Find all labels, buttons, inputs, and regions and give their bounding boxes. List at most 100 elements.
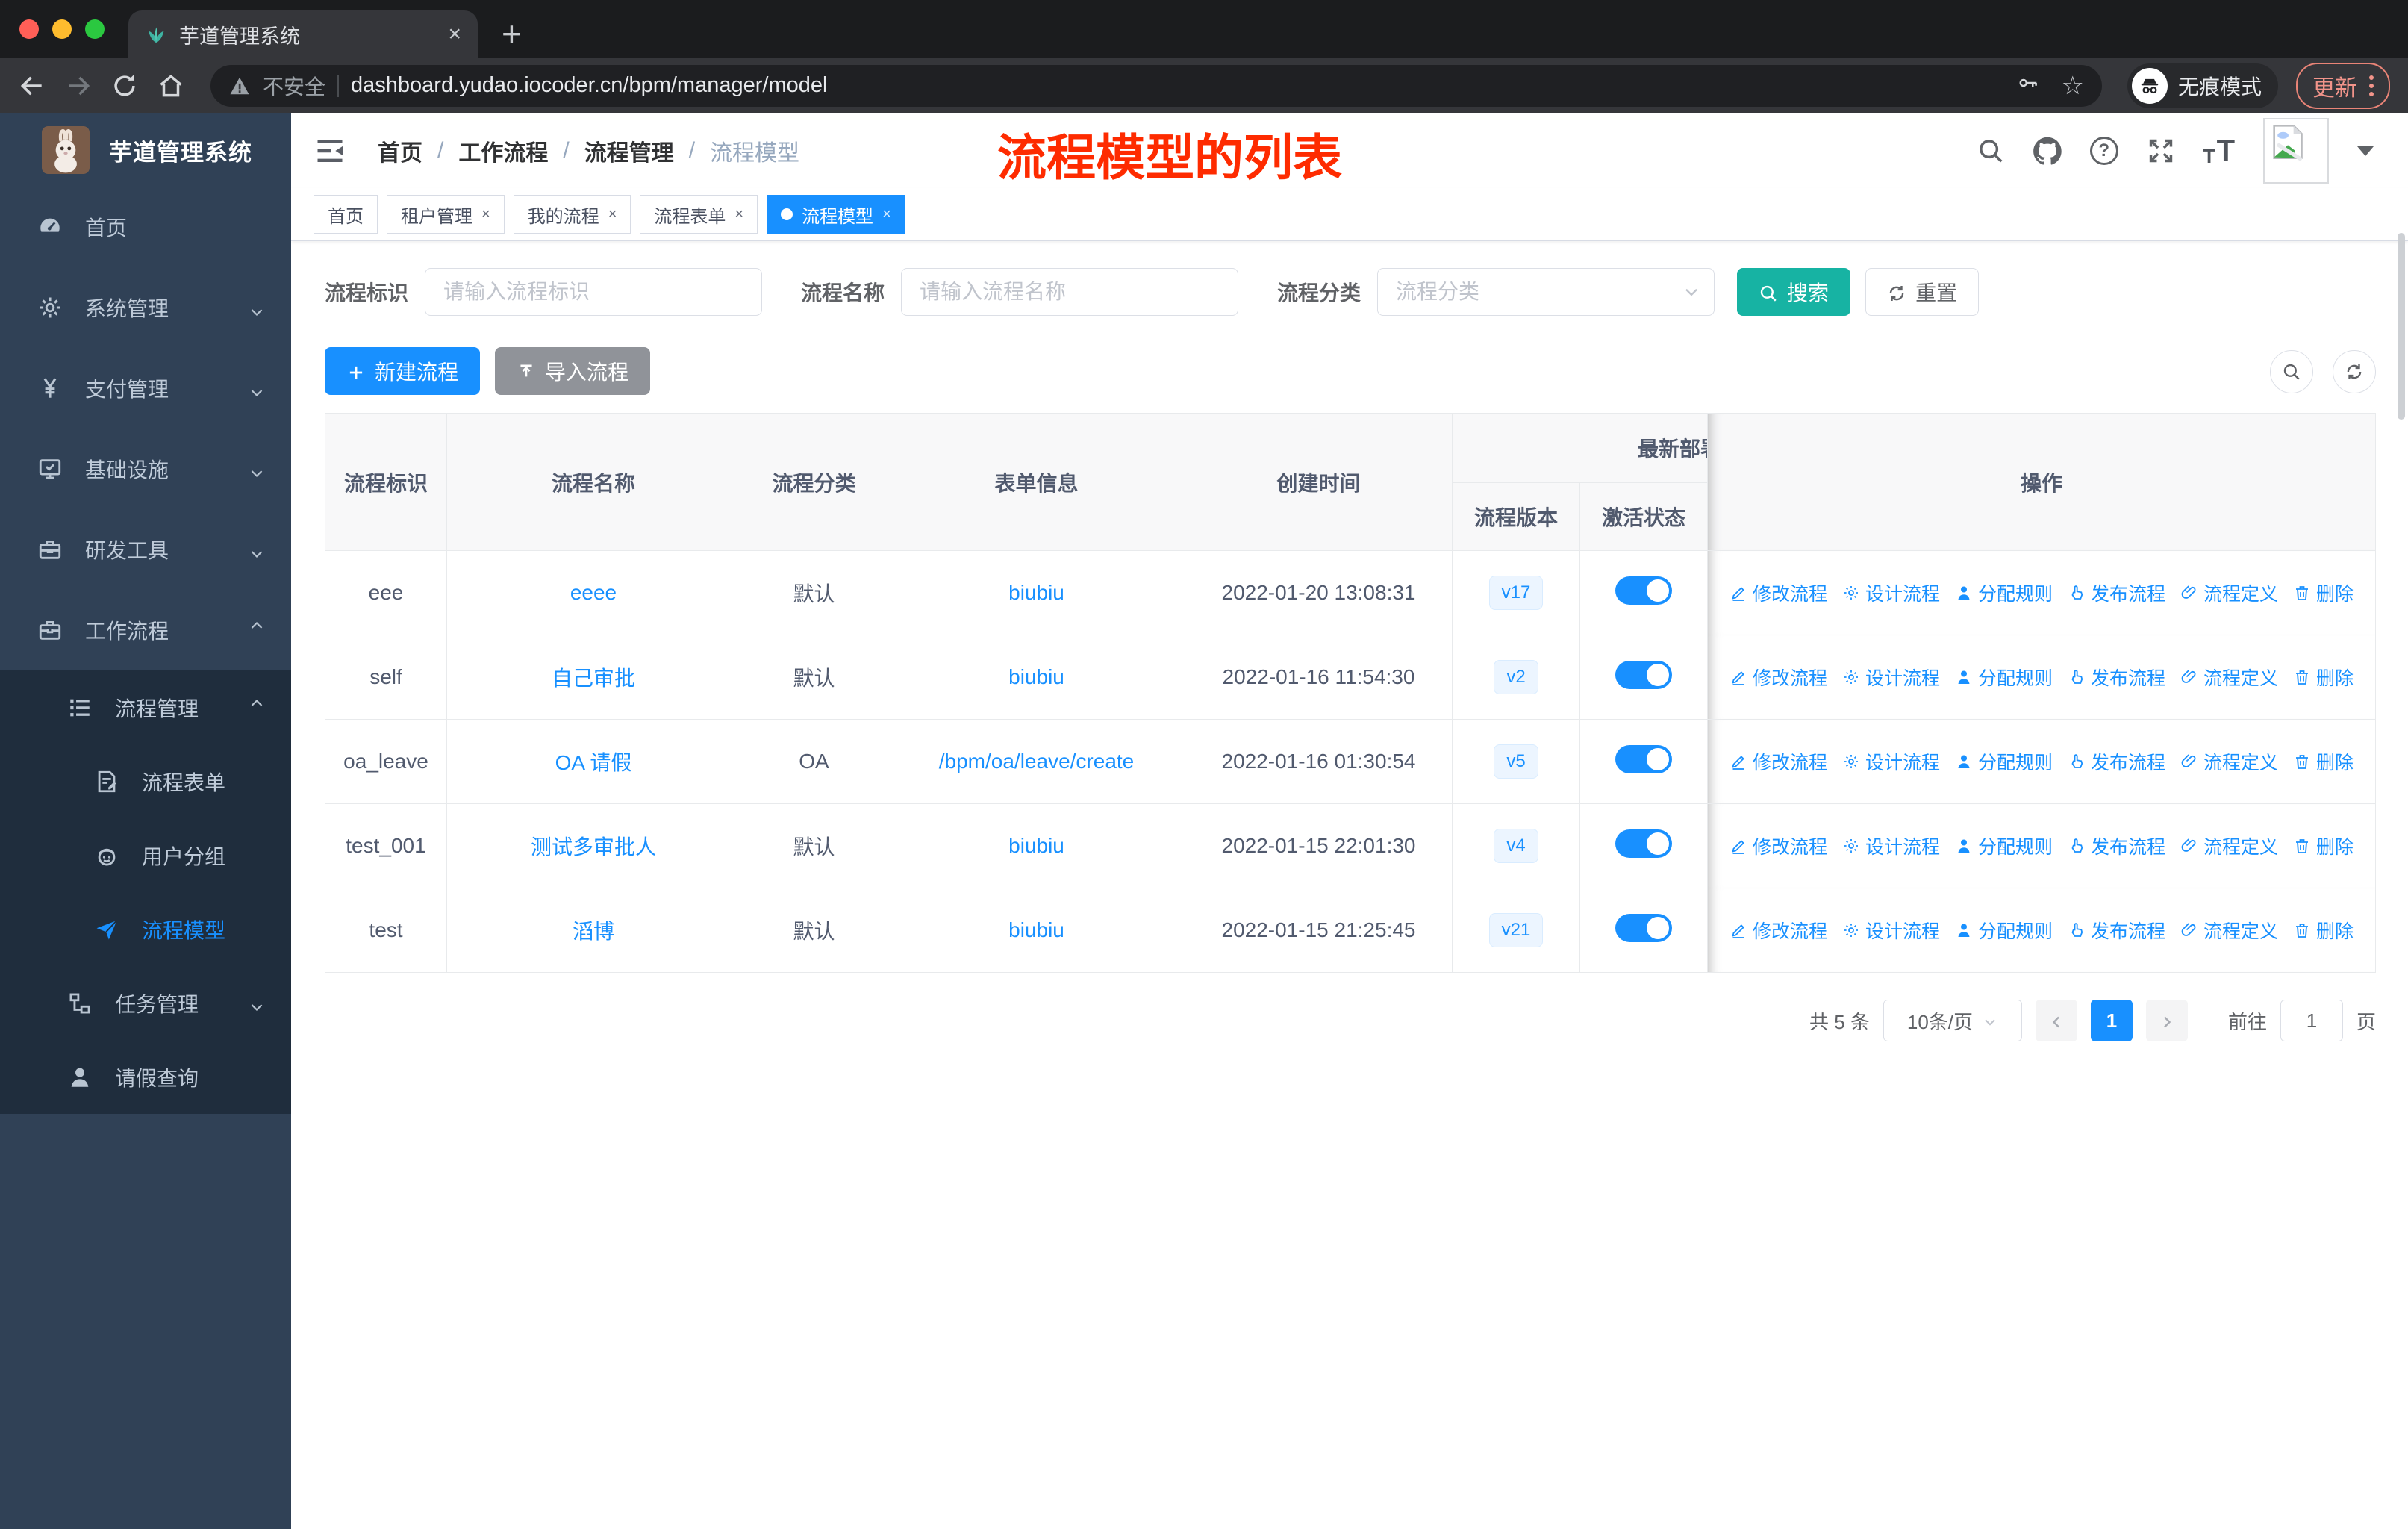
form-info-link[interactable]: biubiu	[1008, 665, 1064, 688]
create-process-button[interactable]: 新建流程	[325, 347, 481, 395]
model-name-link[interactable]: 自己审批	[552, 667, 635, 690]
row-action-edit[interactable]: 修改流程	[1729, 748, 1827, 775]
tab-3[interactable]: 流程表单 ×	[640, 195, 758, 234]
row-action-design[interactable]: 设计流程	[1842, 917, 1940, 944]
sidebar-item-4[interactable]: 研发工具	[0, 509, 291, 590]
row-action-assign[interactable]: 分配规则	[1955, 664, 2053, 691]
row-action-design[interactable]: 设计流程	[1842, 832, 1940, 859]
breadcrumb-item[interactable]: 工作流程	[458, 134, 548, 167]
address-bar[interactable]: 不安全 dashboard.yudao.iocoder.cn/bpm/manag…	[210, 64, 2102, 107]
table-refresh-button[interactable]	[2333, 350, 2376, 393]
row-action-definition[interactable]: 流程定义	[2180, 832, 2278, 859]
url-text[interactable]: dashboard.yudao.iocoder.cn/bpm/manager/m…	[351, 73, 2004, 98]
row-action-delete[interactable]: 删除	[2293, 748, 2354, 775]
tab-1[interactable]: 租户管理 ×	[387, 195, 505, 234]
process-key-input[interactable]	[425, 268, 763, 316]
sidebar-item-6[interactable]: 流程管理	[0, 670, 291, 744]
tab-2[interactable]: 我的流程 ×	[513, 195, 631, 234]
reload-icon[interactable]	[110, 72, 139, 100]
sidebar-item-9[interactable]: 流程模型	[0, 892, 291, 966]
table-search-toggle-button[interactable]	[2270, 350, 2313, 393]
row-action-definition[interactable]: 流程定义	[2180, 579, 2278, 606]
browser-menu-icon[interactable]	[2369, 75, 2374, 96]
page-size-select[interactable]: 10条/页	[1883, 1000, 2022, 1041]
tab-close-icon[interactable]: ×	[481, 206, 490, 223]
sidebar-item-3[interactable]: 基础设施	[0, 429, 291, 509]
scrollbar-thumb[interactable]	[2398, 233, 2405, 420]
row-action-publish[interactable]: 发布流程	[2068, 579, 2165, 606]
goto-page-input[interactable]	[2280, 1000, 2343, 1041]
avatar-caret-icon[interactable]	[2357, 146, 2374, 156]
row-action-delete[interactable]: 删除	[2293, 832, 2354, 859]
current-page[interactable]: 1	[2090, 1000, 2133, 1041]
tab-close-icon[interactable]: ×	[448, 23, 461, 46]
active-toggle[interactable]	[1615, 829, 1672, 858]
tab-close-icon[interactable]: ×	[734, 206, 743, 223]
next-page-button[interactable]	[2145, 1000, 2188, 1041]
font-size-icon[interactable]: TT	[2203, 136, 2235, 166]
row-action-edit[interactable]: 修改流程	[1729, 664, 1827, 691]
row-action-definition[interactable]: 流程定义	[2180, 917, 2278, 944]
password-key-icon[interactable]	[2017, 72, 2045, 100]
process-category-select[interactable]	[1377, 268, 1715, 316]
user-avatar[interactable]	[2263, 118, 2329, 184]
reset-button[interactable]: 重置	[1865, 268, 1980, 316]
fullscreen-icon[interactable]	[2147, 137, 2175, 165]
active-toggle[interactable]	[1615, 913, 1672, 942]
category-select-input[interactable]	[1377, 268, 1715, 316]
tab-0[interactable]: 首页	[314, 195, 378, 234]
close-window-button[interactable]	[19, 19, 39, 39]
breadcrumb-item[interactable]: 流程管理	[584, 134, 674, 167]
model-name-link[interactable]: OA 请假	[555, 751, 632, 774]
zoom-window-button[interactable]	[85, 19, 105, 39]
sidebar-item-5[interactable]: 工作流程	[0, 590, 291, 670]
tab-close-icon[interactable]: ×	[882, 206, 891, 223]
model-name-link[interactable]: 滔博	[573, 920, 614, 943]
row-action-assign[interactable]: 分配规则	[1955, 748, 2053, 775]
row-action-publish[interactable]: 发布流程	[2068, 917, 2165, 944]
form-info-link[interactable]: biubiu	[1008, 918, 1064, 941]
sidebar-item-8[interactable]: 用户分组	[0, 818, 291, 892]
browser-update-button[interactable]: 更新	[2296, 62, 2390, 109]
sidebar-fold-icon[interactable]	[314, 134, 346, 167]
browser-tab[interactable]: 芋道管理系统 ×	[128, 10, 478, 58]
bookmark-star-icon[interactable]: ☆	[2062, 73, 2084, 99]
active-toggle[interactable]	[1615, 576, 1672, 605]
process-name-input[interactable]	[901, 268, 1239, 316]
row-action-delete[interactable]: 删除	[2293, 917, 2354, 944]
row-action-publish[interactable]: 发布流程	[2068, 664, 2165, 691]
sidebar-item-0[interactable]: 首页	[0, 187, 291, 267]
form-info-link[interactable]: biubiu	[1008, 581, 1064, 604]
sidebar-item-7[interactable]: 流程表单	[0, 744, 291, 818]
row-action-assign[interactable]: 分配规则	[1955, 917, 2053, 944]
breadcrumb-item[interactable]: 首页	[378, 134, 422, 167]
github-icon[interactable]	[2033, 137, 2062, 165]
forward-icon[interactable]	[64, 72, 93, 100]
row-action-definition[interactable]: 流程定义	[2180, 748, 2278, 775]
search-button[interactable]: 搜索	[1737, 268, 1851, 316]
sidebar-item-1[interactable]: 系统管理	[0, 267, 291, 348]
sidebar-logo[interactable]: 芋道管理系统	[0, 113, 291, 187]
row-action-assign[interactable]: 分配规则	[1955, 579, 2053, 606]
prev-page-button[interactable]	[2035, 1000, 2077, 1041]
tab-4[interactable]: 流程模型 ×	[767, 195, 905, 234]
back-icon[interactable]	[18, 72, 46, 100]
row-action-design[interactable]: 设计流程	[1842, 664, 1940, 691]
row-action-delete[interactable]: 删除	[2293, 664, 2354, 691]
row-action-edit[interactable]: 修改流程	[1729, 579, 1827, 606]
new-tab-button[interactable]: +	[502, 13, 522, 54]
row-action-design[interactable]: 设计流程	[1842, 748, 1940, 775]
form-info-link[interactable]: biubiu	[1008, 834, 1064, 857]
minimize-window-button[interactable]	[52, 19, 72, 39]
row-action-edit[interactable]: 修改流程	[1729, 917, 1827, 944]
sidebar-item-10[interactable]: 任务管理	[0, 966, 291, 1040]
tab-close-icon[interactable]: ×	[608, 206, 617, 223]
active-toggle[interactable]	[1615, 660, 1672, 689]
active-toggle[interactable]	[1615, 744, 1672, 773]
model-name-link[interactable]: 测试多审批人	[531, 835, 656, 859]
row-action-definition[interactable]: 流程定义	[2180, 664, 2278, 691]
sidebar-item-2[interactable]: 支付管理	[0, 348, 291, 429]
row-action-publish[interactable]: 发布流程	[2068, 748, 2165, 775]
model-name-link[interactable]: eeee	[570, 581, 617, 604]
row-action-assign[interactable]: 分配规则	[1955, 832, 2053, 859]
